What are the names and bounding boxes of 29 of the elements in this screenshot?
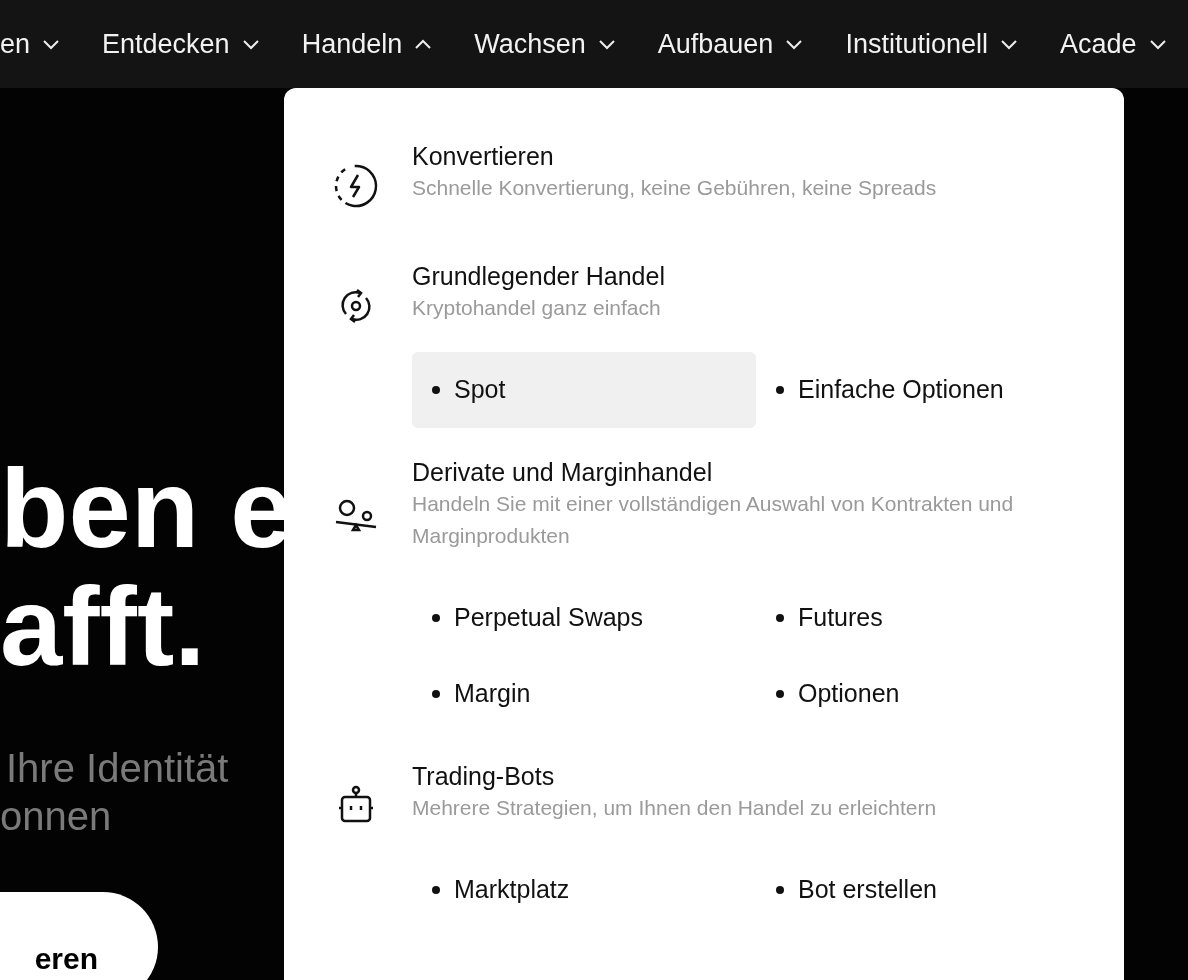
menu-item-description: Schnelle Konvertierung, keine Gebühren, keine Spreads <box>412 175 938 201</box>
menu-item-description: Handeln Sie mit einer vollständigen Auswahl von Kontrakten und Marginprodukten <box>412 491 1015 549</box>
submenu-link[interactable]: Marktplatz <box>412 852 756 928</box>
hero-heading: ben e <box>0 450 293 568</box>
hero-button[interactable]: eren <box>0 892 158 980</box>
nav-menu-item[interactable]: Institutionell <box>845 23 1018 65</box>
nav-menu-item[interactable]: en <box>0 23 61 65</box>
submenu-link[interactable]: Bot erstellen <box>756 852 1100 928</box>
submenu-link[interactable]: Einfache Optionen <box>756 352 1100 428</box>
nav-menu-item[interactable]: Aufbauen <box>657 23 804 65</box>
submenu-link[interactable]: Optionen <box>756 656 1100 732</box>
submenu-link[interactable]: Futures <box>756 580 1100 656</box>
menu-item-title[interactable]: Trading-Bots <box>412 760 1072 792</box>
nav-menu-item[interactable]: Acade <box>1059 23 1167 65</box>
nav-menu-item[interactable]: Wachsen <box>474 23 616 65</box>
submenu-link[interactable]: Spot <box>412 352 756 428</box>
menu-item-title[interactable]: Grundlegender Handel <box>412 260 1072 292</box>
hero-subtitle: onnen <box>0 793 112 840</box>
hero-heading: afft. <box>0 568 206 686</box>
menu-item-description: Mehrere Strategien, um Ihnen den Handel zu erleichtern <box>412 795 938 821</box>
menu-item-description: Kryptohandel ganz einfach <box>412 295 662 321</box>
submenu-link[interactable]: Perpetual Swaps <box>412 580 756 656</box>
nav-menu-item[interactable]: Handeln <box>301 23 433 65</box>
nav-menu-item[interactable]: Entdecken <box>102 23 260 65</box>
submenu-link[interactable]: Margin <box>412 656 756 732</box>
menu-item-title[interactable]: Derivate und Marginhandel <box>412 456 1072 488</box>
lightning-icon <box>332 162 380 210</box>
hero-subtitle: Ihre Identität <box>5 745 229 792</box>
menu-item-title[interactable]: Konvertieren <box>412 140 1072 172</box>
